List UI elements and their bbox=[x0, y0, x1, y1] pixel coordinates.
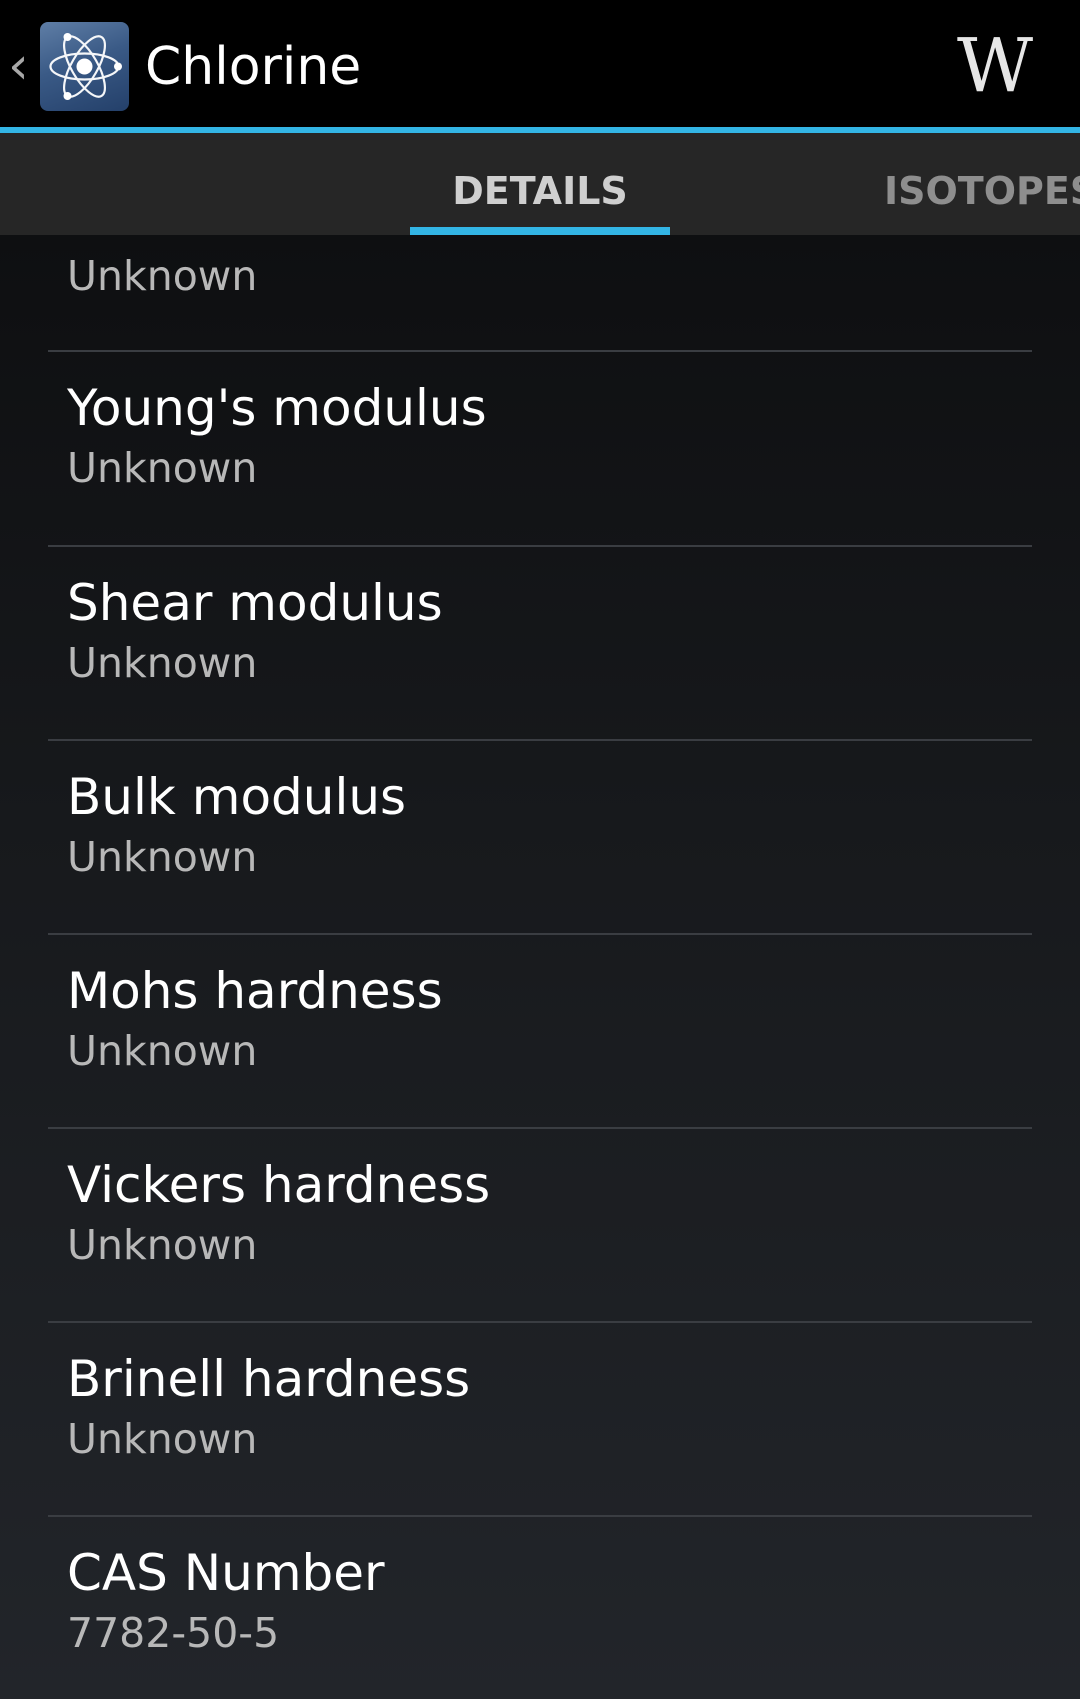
property-value: Unknown bbox=[67, 833, 258, 881]
list-item[interactable]: Unknown bbox=[48, 235, 1032, 352]
property-value: Unknown bbox=[67, 1027, 258, 1075]
wikipedia-icon[interactable]: W bbox=[952, 29, 1033, 103]
property-label: Vickers hardness bbox=[67, 1156, 491, 1214]
property-value: Unknown bbox=[67, 639, 258, 687]
list-item[interactable]: CAS Number 7782-50-5 bbox=[48, 1517, 1032, 1699]
tab-details[interactable]: DETAILS bbox=[410, 133, 670, 235]
atom-icon[interactable] bbox=[40, 22, 129, 111]
property-label: CAS Number bbox=[67, 1544, 385, 1602]
property-label: Mohs hardness bbox=[67, 962, 443, 1020]
property-label: Young's modulus bbox=[67, 379, 487, 437]
action-bar: ‹ Chlorine W bbox=[0, 0, 1080, 133]
property-label: Brinell hardness bbox=[67, 1350, 471, 1408]
tab-strip: DETAILS ISOTOPES bbox=[0, 133, 1080, 235]
list-item[interactable]: Vickers hardness Unknown bbox=[48, 1129, 1032, 1323]
list-item[interactable]: Shear modulus Unknown bbox=[48, 547, 1032, 741]
property-label: Bulk modulus bbox=[67, 768, 407, 826]
tab-isotopes[interactable]: ISOTOPES bbox=[884, 133, 1080, 235]
page-title: Chlorine bbox=[145, 37, 362, 97]
property-value: Unknown bbox=[67, 1415, 258, 1463]
property-label: Shear modulus bbox=[67, 574, 443, 632]
screen: ‹ Chlorine W DETAILS ISOTOPES Unknown Yo… bbox=[0, 0, 1080, 1699]
property-value: Unknown bbox=[67, 252, 258, 300]
tab-selected-indicator bbox=[410, 227, 670, 235]
properties-list[interactable]: Unknown Young's modulus Unknown Shear mo… bbox=[0, 235, 1080, 1699]
list-item[interactable]: Mohs hardness Unknown bbox=[48, 935, 1032, 1129]
property-value: Unknown bbox=[67, 1221, 258, 1269]
list-item[interactable]: Brinell hardness Unknown bbox=[48, 1323, 1032, 1517]
chevron-left-icon[interactable]: ‹ bbox=[8, 38, 38, 94]
list-item[interactable]: Young's modulus Unknown bbox=[48, 352, 1032, 547]
property-value: 7782-50-5 bbox=[67, 1609, 280, 1657]
property-value: Unknown bbox=[67, 444, 258, 492]
list-item[interactable]: Bulk modulus Unknown bbox=[48, 741, 1032, 935]
